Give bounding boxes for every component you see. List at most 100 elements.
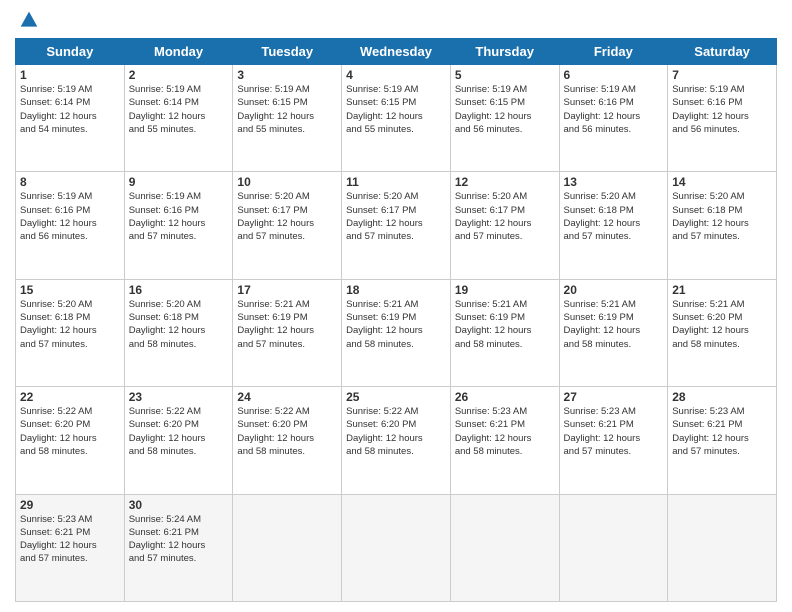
day-info: Sunrise: 5:23 AMSunset: 6:21 PMDaylight:… [672, 405, 772, 458]
calendar-row: 8Sunrise: 5:19 AMSunset: 6:16 PMDaylight… [16, 172, 777, 279]
day-info: Sunrise: 5:22 AMSunset: 6:20 PMDaylight:… [129, 405, 229, 458]
day-info: Sunrise: 5:19 AMSunset: 6:16 PMDaylight:… [672, 83, 772, 136]
day-info: Sunrise: 5:19 AMSunset: 6:16 PMDaylight:… [20, 190, 120, 243]
day-number: 23 [129, 390, 229, 404]
calendar-table: SundayMondayTuesdayWednesdayThursdayFrid… [15, 38, 777, 602]
day-info: Sunrise: 5:20 AMSunset: 6:18 PMDaylight:… [672, 190, 772, 243]
calendar-cell: 27Sunrise: 5:23 AMSunset: 6:21 PMDayligh… [559, 387, 668, 494]
day-info: Sunrise: 5:24 AMSunset: 6:21 PMDaylight:… [129, 513, 229, 566]
day-number: 15 [20, 283, 120, 297]
day-info: Sunrise: 5:20 AMSunset: 6:18 PMDaylight:… [129, 298, 229, 351]
day-number: 18 [346, 283, 446, 297]
day-number: 26 [455, 390, 555, 404]
day-number: 27 [564, 390, 664, 404]
day-info: Sunrise: 5:20 AMSunset: 6:18 PMDaylight:… [564, 190, 664, 243]
calendar-cell [559, 494, 668, 601]
day-number: 16 [129, 283, 229, 297]
calendar-cell: 18Sunrise: 5:21 AMSunset: 6:19 PMDayligh… [342, 279, 451, 386]
day-number: 12 [455, 175, 555, 189]
day-info: Sunrise: 5:22 AMSunset: 6:20 PMDaylight:… [20, 405, 120, 458]
day-of-week-header: Thursday [450, 39, 559, 65]
day-number: 21 [672, 283, 772, 297]
day-number: 7 [672, 68, 772, 82]
header [15, 10, 777, 30]
logo-icon [19, 10, 39, 30]
day-info: Sunrise: 5:21 AMSunset: 6:19 PMDaylight:… [564, 298, 664, 351]
day-info: Sunrise: 5:19 AMSunset: 6:14 PMDaylight:… [129, 83, 229, 136]
day-info: Sunrise: 5:22 AMSunset: 6:20 PMDaylight:… [237, 405, 337, 458]
day-of-week-header: Friday [559, 39, 668, 65]
calendar-cell: 28Sunrise: 5:23 AMSunset: 6:21 PMDayligh… [668, 387, 777, 494]
day-info: Sunrise: 5:19 AMSunset: 6:15 PMDaylight:… [346, 83, 446, 136]
calendar-row: 15Sunrise: 5:20 AMSunset: 6:18 PMDayligh… [16, 279, 777, 386]
day-number: 1 [20, 68, 120, 82]
day-info: Sunrise: 5:19 AMSunset: 6:14 PMDaylight:… [20, 83, 120, 136]
calendar-cell: 13Sunrise: 5:20 AMSunset: 6:18 PMDayligh… [559, 172, 668, 279]
calendar-cell: 29Sunrise: 5:23 AMSunset: 6:21 PMDayligh… [16, 494, 125, 601]
day-info: Sunrise: 5:19 AMSunset: 6:16 PMDaylight:… [564, 83, 664, 136]
calendar-cell: 3Sunrise: 5:19 AMSunset: 6:15 PMDaylight… [233, 65, 342, 172]
calendar-cell: 4Sunrise: 5:19 AMSunset: 6:15 PMDaylight… [342, 65, 451, 172]
calendar-cell: 23Sunrise: 5:22 AMSunset: 6:20 PMDayligh… [124, 387, 233, 494]
day-number: 9 [129, 175, 229, 189]
day-number: 10 [237, 175, 337, 189]
day-info: Sunrise: 5:20 AMSunset: 6:17 PMDaylight:… [346, 190, 446, 243]
calendar-cell [668, 494, 777, 601]
day-number: 20 [564, 283, 664, 297]
calendar-cell: 20Sunrise: 5:21 AMSunset: 6:19 PMDayligh… [559, 279, 668, 386]
day-info: Sunrise: 5:21 AMSunset: 6:20 PMDaylight:… [672, 298, 772, 351]
day-info: Sunrise: 5:23 AMSunset: 6:21 PMDaylight:… [20, 513, 120, 566]
day-info: Sunrise: 5:19 AMSunset: 6:15 PMDaylight:… [455, 83, 555, 136]
day-number: 2 [129, 68, 229, 82]
day-info: Sunrise: 5:20 AMSunset: 6:18 PMDaylight:… [20, 298, 120, 351]
calendar-cell: 8Sunrise: 5:19 AMSunset: 6:16 PMDaylight… [16, 172, 125, 279]
calendar-cell: 24Sunrise: 5:22 AMSunset: 6:20 PMDayligh… [233, 387, 342, 494]
day-number: 5 [455, 68, 555, 82]
calendar-cell: 15Sunrise: 5:20 AMSunset: 6:18 PMDayligh… [16, 279, 125, 386]
day-number: 28 [672, 390, 772, 404]
day-number: 22 [20, 390, 120, 404]
day-info: Sunrise: 5:22 AMSunset: 6:20 PMDaylight:… [346, 405, 446, 458]
day-number: 3 [237, 68, 337, 82]
calendar-cell [450, 494, 559, 601]
page: SundayMondayTuesdayWednesdayThursdayFrid… [0, 0, 792, 612]
calendar-row: 29Sunrise: 5:23 AMSunset: 6:21 PMDayligh… [16, 494, 777, 601]
day-number: 4 [346, 68, 446, 82]
day-number: 11 [346, 175, 446, 189]
calendar-body: 1Sunrise: 5:19 AMSunset: 6:14 PMDaylight… [16, 65, 777, 602]
calendar-cell: 30Sunrise: 5:24 AMSunset: 6:21 PMDayligh… [124, 494, 233, 601]
day-info: Sunrise: 5:19 AMSunset: 6:16 PMDaylight:… [129, 190, 229, 243]
day-info: Sunrise: 5:21 AMSunset: 6:19 PMDaylight:… [346, 298, 446, 351]
day-of-week-header: Sunday [16, 39, 125, 65]
calendar-cell: 17Sunrise: 5:21 AMSunset: 6:19 PMDayligh… [233, 279, 342, 386]
day-number: 30 [129, 498, 229, 512]
calendar-cell: 6Sunrise: 5:19 AMSunset: 6:16 PMDaylight… [559, 65, 668, 172]
calendar-cell: 16Sunrise: 5:20 AMSunset: 6:18 PMDayligh… [124, 279, 233, 386]
calendar-cell: 7Sunrise: 5:19 AMSunset: 6:16 PMDaylight… [668, 65, 777, 172]
calendar-cell: 14Sunrise: 5:20 AMSunset: 6:18 PMDayligh… [668, 172, 777, 279]
day-number: 25 [346, 390, 446, 404]
day-info: Sunrise: 5:21 AMSunset: 6:19 PMDaylight:… [455, 298, 555, 351]
day-number: 14 [672, 175, 772, 189]
day-info: Sunrise: 5:19 AMSunset: 6:15 PMDaylight:… [237, 83, 337, 136]
calendar-cell: 19Sunrise: 5:21 AMSunset: 6:19 PMDayligh… [450, 279, 559, 386]
calendar-cell [342, 494, 451, 601]
day-number: 29 [20, 498, 120, 512]
day-number: 19 [455, 283, 555, 297]
day-info: Sunrise: 5:20 AMSunset: 6:17 PMDaylight:… [455, 190, 555, 243]
day-info: Sunrise: 5:21 AMSunset: 6:19 PMDaylight:… [237, 298, 337, 351]
calendar-row: 22Sunrise: 5:22 AMSunset: 6:20 PMDayligh… [16, 387, 777, 494]
day-of-week-header: Wednesday [342, 39, 451, 65]
day-info: Sunrise: 5:20 AMSunset: 6:17 PMDaylight:… [237, 190, 337, 243]
day-number: 6 [564, 68, 664, 82]
calendar-cell: 2Sunrise: 5:19 AMSunset: 6:14 PMDaylight… [124, 65, 233, 172]
day-number: 13 [564, 175, 664, 189]
calendar-cell: 25Sunrise: 5:22 AMSunset: 6:20 PMDayligh… [342, 387, 451, 494]
day-number: 8 [20, 175, 120, 189]
calendar-cell: 9Sunrise: 5:19 AMSunset: 6:16 PMDaylight… [124, 172, 233, 279]
day-of-week-header: Monday [124, 39, 233, 65]
day-number: 17 [237, 283, 337, 297]
calendar-cell: 26Sunrise: 5:23 AMSunset: 6:21 PMDayligh… [450, 387, 559, 494]
day-of-week-header: Tuesday [233, 39, 342, 65]
calendar-cell: 1Sunrise: 5:19 AMSunset: 6:14 PMDaylight… [16, 65, 125, 172]
